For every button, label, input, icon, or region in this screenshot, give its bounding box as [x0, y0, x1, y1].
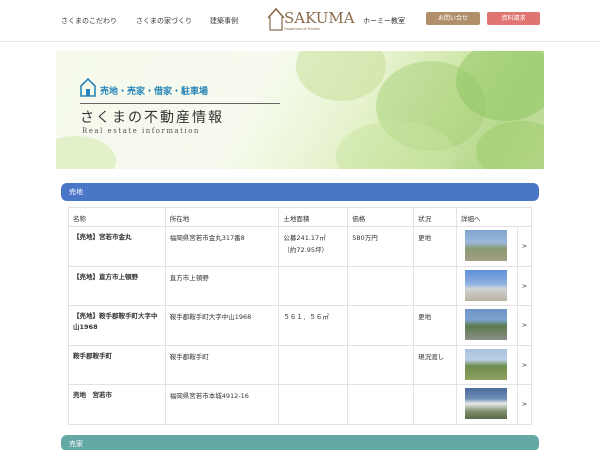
- property-thumbnail-cell[interactable]: [456, 384, 518, 425]
- property-address: 直方市上頓野: [164, 265, 280, 306]
- house-logo-icon: [267, 7, 285, 31]
- property-area-sqm: 公募241.17㎡: [283, 234, 326, 242]
- table-header-row: 名称 所在地 土地面積 価格 状況 詳細へ: [68, 207, 532, 227]
- property-name[interactable]: 【売地】直方市上頓野: [68, 265, 166, 306]
- property-thumbnail-cell[interactable]: [456, 226, 518, 267]
- property-photo[interactable]: [465, 388, 507, 419]
- property-area: [278, 265, 349, 306]
- col-status: 状況: [413, 207, 457, 227]
- logo[interactable]: SAKUMA Happiness of Homes: [266, 6, 355, 34]
- property-photo[interactable]: [465, 348, 507, 380]
- request-materials-button[interactable]: 資料請求: [487, 12, 540, 25]
- property-thumbnail-cell[interactable]: [456, 344, 518, 385]
- col-area: 土地面積: [278, 207, 349, 227]
- property-price: [347, 344, 415, 385]
- nav-homey-class[interactable]: ホーミー教室: [363, 16, 405, 26]
- site-header: さくまのこだわり さくまの家づくり 建築事例 SAKUMA Happiness …: [0, 0, 600, 42]
- property-price: [347, 384, 415, 425]
- detail-arrow[interactable]: >: [516, 305, 533, 346]
- property-photo[interactable]: [465, 230, 507, 261]
- property-status: 更地: [413, 305, 457, 346]
- property-name[interactable]: 【売地】宮若市金丸: [68, 226, 166, 267]
- property-status: 更地: [413, 226, 457, 267]
- logo-text: SAKUMA: [284, 9, 355, 27]
- col-detail: 詳細へ: [456, 207, 532, 227]
- nav-iezukuri[interactable]: さくまの家づくり: [136, 16, 192, 26]
- property-address: 福岡県宮若市本城4912-16: [164, 384, 280, 425]
- property-status: [413, 384, 457, 425]
- logo-subtext: Happiness of Homes: [284, 27, 320, 31]
- property-status: [413, 265, 457, 306]
- property-name[interactable]: 売地 宮若市: [68, 384, 166, 425]
- leaf-decoration: [476, 121, 544, 169]
- col-price: 価格: [347, 207, 415, 227]
- house-outline-icon: [80, 77, 96, 97]
- col-name: 名称: [68, 207, 166, 227]
- nav-kodawari[interactable]: さくまのこだわり: [61, 16, 117, 26]
- page-subtitle: Real estate information: [82, 127, 200, 135]
- property-area: 公募241.17㎡ （約72.95坪）: [278, 226, 349, 267]
- property-name[interactable]: 【売地】鞍手郡鞍手町大字中山1968: [68, 305, 166, 346]
- property-name[interactable]: 鞍手郡鞍手町: [68, 344, 166, 385]
- property-price: 580万円: [347, 226, 415, 267]
- detail-arrow[interactable]: >: [516, 384, 533, 425]
- property-address: 鞍手郡鞍手町: [164, 344, 280, 385]
- property-thumbnail-cell[interactable]: [456, 265, 518, 306]
- hero-tag-text: 売地・売家・借家・駐車場: [100, 87, 209, 97]
- col-address: 所在地: [164, 207, 280, 227]
- section-land-header: 売地: [61, 183, 539, 201]
- hero-banner: 売地・売家・借家・駐車場 さくまの不動産情報 Real estate infor…: [56, 51, 544, 169]
- property-status: 現況渡し: [413, 344, 457, 385]
- property-area: [278, 384, 349, 425]
- property-price: [347, 305, 415, 346]
- detail-arrow[interactable]: >: [516, 226, 533, 267]
- property-thumbnail-cell[interactable]: [456, 305, 518, 346]
- property-area: ５６１．５６㎡: [278, 305, 349, 346]
- section-house-header: 売家: [61, 435, 539, 450]
- leaf-decoration: [56, 136, 116, 169]
- nav-jirei[interactable]: 建築事例: [210, 16, 238, 26]
- property-area: [278, 344, 349, 385]
- detail-arrow[interactable]: >: [516, 344, 533, 385]
- property-address: 福岡県宮若市金丸317番8: [164, 226, 280, 267]
- hero-divider: [80, 103, 280, 104]
- leaf-decoration: [296, 51, 386, 101]
- table-row[interactable]: 【売地】直方市上頓野 直方市上頓野 >: [68, 265, 533, 306]
- property-photo[interactable]: [465, 309, 507, 340]
- land-listing-table: 名称 所在地 土地面積 価格 状況 詳細へ 【売地】宮若市金丸 福岡県宮若市金丸…: [68, 207, 533, 425]
- property-photo[interactable]: [465, 269, 507, 301]
- table-row[interactable]: 売地 宮若市 福岡県宮若市本城4912-16 >: [68, 384, 533, 425]
- page-title: さくまの不動産情報: [80, 110, 224, 126]
- property-address: 鞍手郡鞍手町大字中山1968: [164, 305, 280, 346]
- table-row[interactable]: 鞍手郡鞍手町 鞍手郡鞍手町 現況渡し >: [68, 344, 533, 385]
- detail-arrow[interactable]: >: [516, 265, 533, 306]
- table-row[interactable]: 【売地】鞍手郡鞍手町大字中山1968 鞍手郡鞍手町大字中山1968 ５６１．５６…: [68, 305, 533, 346]
- contact-button[interactable]: お問い合せ: [426, 12, 480, 25]
- property-price: [347, 265, 415, 306]
- property-area-tsubo: （約72.95坪）: [283, 246, 329, 254]
- table-row[interactable]: 【売地】宮若市金丸 福岡県宮若市金丸317番8 公募241.17㎡ （約72.9…: [68, 226, 533, 267]
